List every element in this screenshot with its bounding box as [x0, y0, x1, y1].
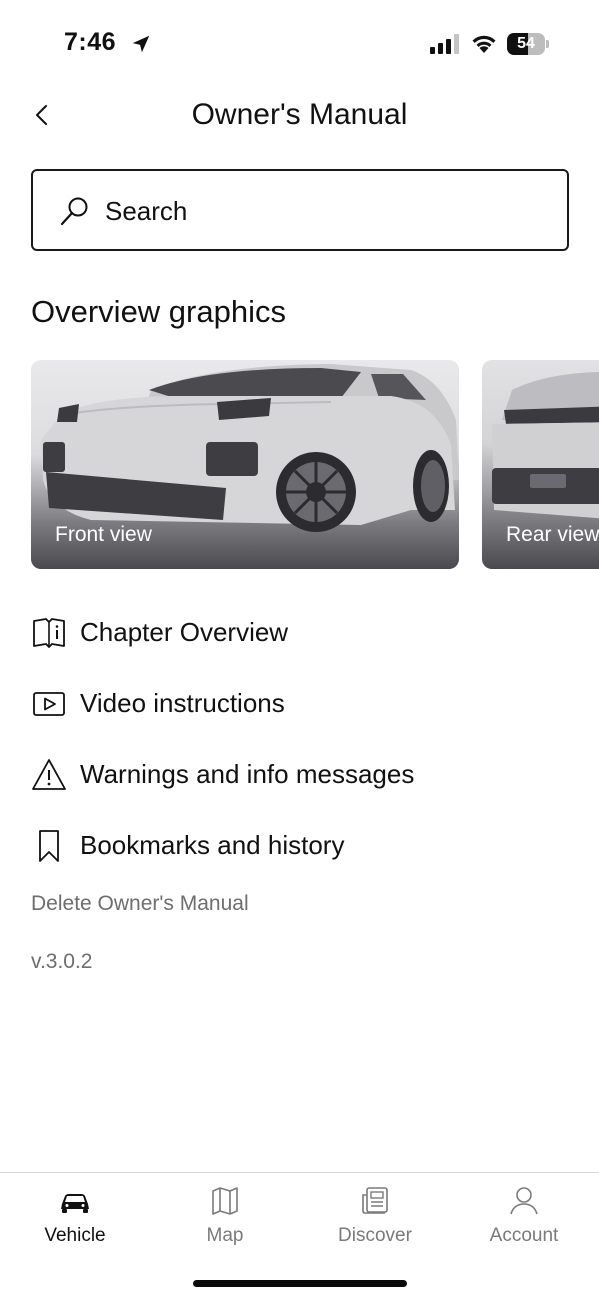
tab-label-vehicle: Vehicle — [44, 1225, 106, 1246]
delete-manual-link[interactable]: Delete Owner's Manual — [31, 892, 249, 916]
menu-label-chapter-overview: Chapter Overview — [80, 617, 289, 647]
newspaper-icon — [362, 1187, 388, 1214]
menu-label-warnings: Warnings and info messages — [80, 759, 415, 789]
car-icon — [61, 1194, 89, 1213]
search-input[interactable]: Search — [31, 169, 569, 251]
location-arrow-icon — [132, 35, 150, 53]
book-info-icon — [33, 617, 65, 648]
menu-label-bookmarks: Bookmarks and history — [80, 830, 345, 860]
status-bar: 7:46 54 — [0, 0, 599, 88]
tab-account[interactable]: Account — [449, 1173, 599, 1263]
card-label-rear: Rear view — [506, 523, 599, 546]
status-time: 7:46 — [64, 28, 117, 56]
wifi-icon — [472, 35, 496, 53]
user-icon — [510, 1187, 538, 1215]
menu-item-video-instructions[interactable]: Video instructions — [31, 668, 571, 739]
battery-level: 54 — [517, 35, 535, 52]
warning-icon — [32, 758, 66, 790]
map-icon — [212, 1187, 238, 1215]
tab-map[interactable]: Map — [150, 1173, 300, 1263]
section-title-overview: Overview graphics — [31, 294, 286, 329]
card-rear-view[interactable]: Rear view — [482, 360, 599, 569]
bookmark-icon — [39, 829, 59, 862]
version-text: v.3.0.2 — [31, 950, 93, 973]
menu-item-warnings[interactable]: Warnings and info messages — [31, 739, 571, 810]
card-front-view[interactable]: Front view — [31, 360, 459, 569]
page-title: Owner's Manual — [191, 98, 408, 131]
tab-label-map: Map — [206, 1225, 244, 1246]
menu-item-bookmarks[interactable]: Bookmarks and history — [31, 810, 571, 881]
menu-label-video-instructions: Video instructions — [80, 688, 285, 718]
tab-discover[interactable]: Discover — [300, 1173, 450, 1263]
menu-item-chapter-overview[interactable]: Chapter Overview — [31, 597, 571, 668]
search-placeholder: Search — [105, 196, 188, 226]
card-label-front: Front view — [55, 523, 152, 546]
tab-label-discover: Discover — [338, 1225, 412, 1246]
tab-vehicle[interactable]: Vehicle — [0, 1173, 150, 1263]
signal-icon — [430, 34, 459, 54]
menu-list: Chapter Overview Video instructions Warn… — [31, 597, 571, 881]
battery-icon: 54 — [507, 33, 549, 55]
nav-header: Owner's Manual — [0, 88, 599, 144]
play-icon — [33, 691, 65, 716]
tab-label-account: Account — [489, 1225, 559, 1246]
home-indicator — [193, 1280, 407, 1287]
overview-carousel[interactable]: Front view Rear view — [31, 360, 599, 570]
search-icon — [60, 197, 88, 226]
